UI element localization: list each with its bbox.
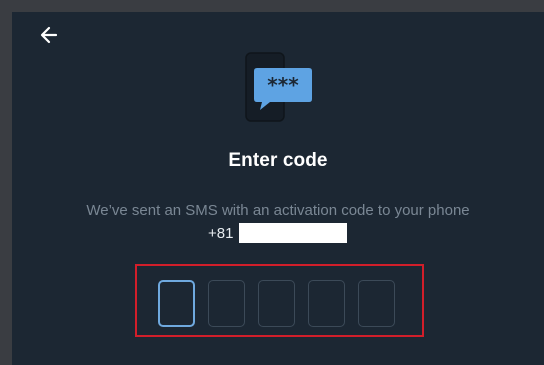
phone-number: +81 bbox=[208, 223, 348, 243]
back-button[interactable] bbox=[34, 20, 64, 50]
redacted-phone-number bbox=[239, 223, 348, 243]
arrow-left-icon bbox=[40, 26, 58, 44]
code-digit-input-3[interactable] bbox=[258, 280, 295, 327]
phone-prefix: +81 bbox=[208, 224, 234, 242]
app-window: *** Enter code We’ve sent an SMS with an… bbox=[12, 12, 544, 365]
code-digit-input-2[interactable] bbox=[208, 280, 245, 327]
sms-code-icon: *** bbox=[245, 52, 312, 122]
page-title: Enter code bbox=[228, 150, 328, 171]
code-mask-text: *** bbox=[267, 73, 299, 97]
code-input-group bbox=[135, 264, 424, 337]
code-digit-input-1[interactable] bbox=[158, 280, 195, 327]
code-digit-input-4[interactable] bbox=[308, 280, 345, 327]
sms-code-illustration: *** bbox=[242, 52, 314, 128]
code-digit-input-5[interactable] bbox=[358, 280, 395, 327]
instruction-text: We’ve sent an SMS with an activation cod… bbox=[86, 202, 470, 219]
